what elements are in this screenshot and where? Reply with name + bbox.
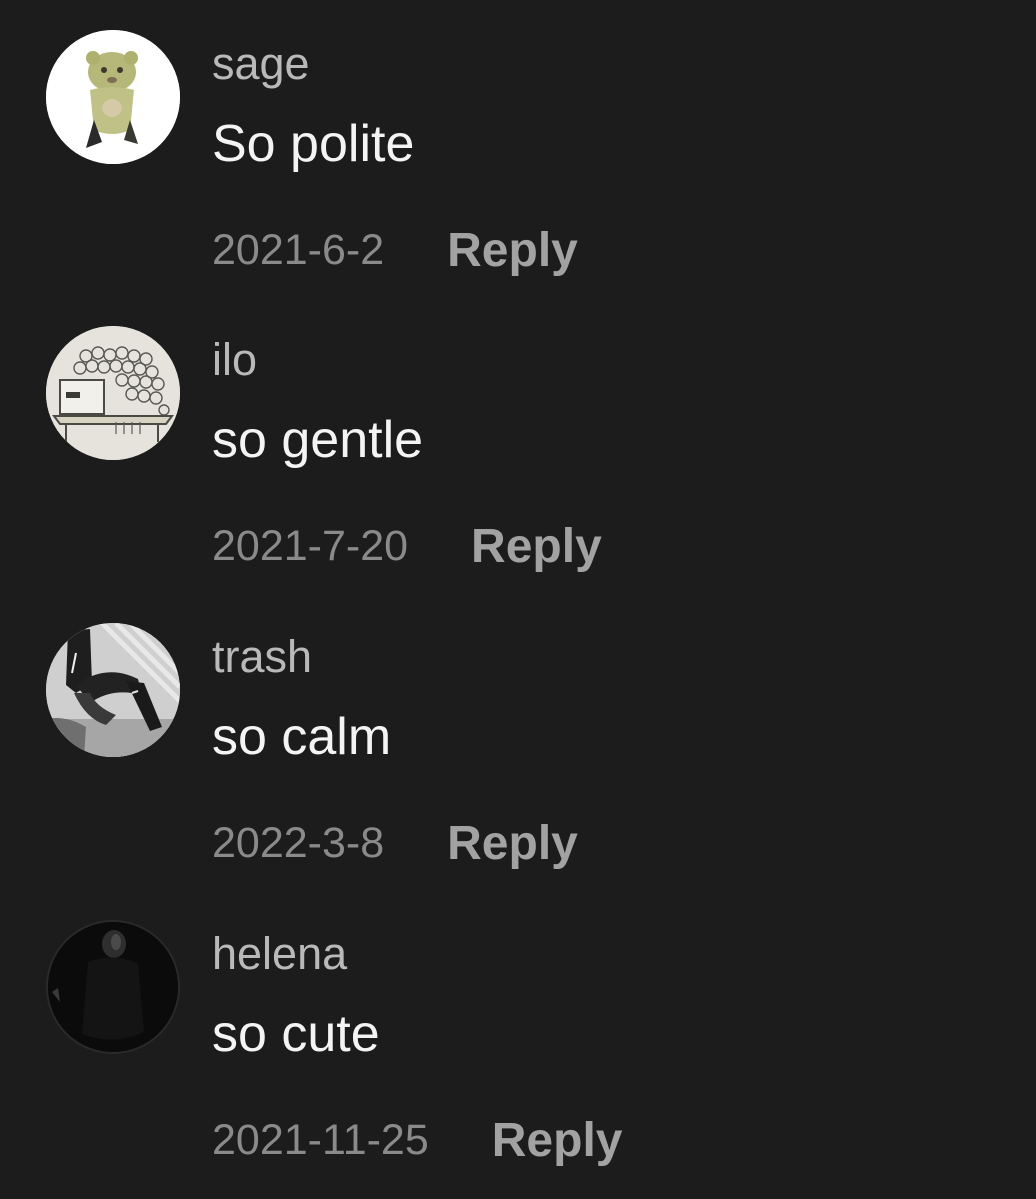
dark-portrait-avatar xyxy=(48,922,178,1052)
comment-date: 2021-11-25 xyxy=(212,1115,429,1164)
username[interactable]: helena xyxy=(212,928,347,980)
comment-text: so cute xyxy=(212,1005,380,1063)
comment-text: so calm xyxy=(212,708,392,766)
comment-meta: 2021-11-25 Reply xyxy=(212,1110,622,1170)
reply-button[interactable]: Reply xyxy=(447,223,578,278)
green-plush-toy-avatar xyxy=(46,30,180,164)
comment-item: trash so calm 2022-3-8 Reply xyxy=(0,593,1036,889)
comment-list: sage So polite 2021-6-2 Reply ilo so gen… xyxy=(0,0,1036,1199)
seated-person-photo-avatar xyxy=(46,623,180,757)
comment-meta: 2021-7-20 Reply xyxy=(212,516,602,576)
username[interactable]: trash xyxy=(212,631,312,683)
comment-date: 2021-7-20 xyxy=(212,521,409,570)
comment-date: 2022-3-8 xyxy=(212,818,385,867)
comment-meta: 2022-3-8 Reply xyxy=(212,813,578,873)
sketch-drawing-avatar xyxy=(46,326,180,460)
comment-text: so gentle xyxy=(212,411,424,469)
reply-button[interactable]: Reply xyxy=(471,519,602,574)
username[interactable]: ilo xyxy=(212,334,257,386)
reply-button[interactable]: Reply xyxy=(492,1113,623,1168)
avatar[interactable] xyxy=(46,30,180,164)
comment-text: So polite xyxy=(212,115,415,173)
avatar[interactable] xyxy=(46,920,180,1054)
comment-item: sage So polite 2021-6-2 Reply xyxy=(0,0,1036,296)
comment-meta: 2021-6-2 Reply xyxy=(212,220,578,280)
username[interactable]: sage xyxy=(212,38,310,90)
avatar[interactable] xyxy=(46,623,180,757)
comment-date: 2021-6-2 xyxy=(212,225,385,274)
comment-item: ilo so gentle 2021-7-20 Reply xyxy=(0,296,1036,592)
avatar[interactable] xyxy=(46,326,180,460)
reply-button[interactable]: Reply xyxy=(447,816,578,871)
comment-item: helena so cute 2021-11-25 Reply xyxy=(0,890,1036,1186)
